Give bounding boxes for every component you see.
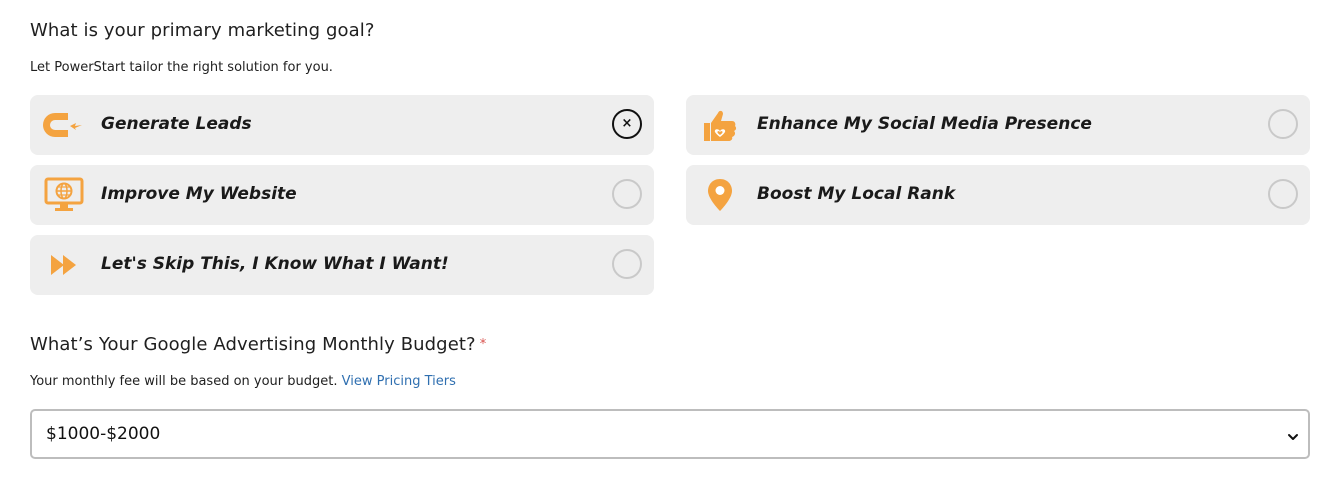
option-label: Improve My Website <box>101 184 297 204</box>
radio-button[interactable] <box>612 249 642 279</box>
thumbs-up-heart-icon <box>698 107 742 143</box>
budget-select[interactable]: $1000-$2000 <box>30 409 1310 459</box>
budget-question-subtitle: Your monthly fee will be based on your b… <box>30 374 456 389</box>
budget-subtitle-text: Your monthly fee will be based on your b… <box>30 374 338 389</box>
map-pin-icon <box>698 177 742 213</box>
chevron-down-icon <box>1287 428 1299 440</box>
radio-selected-close-icon[interactable]: × <box>612 109 642 139</box>
option-label: Boost My Local Rank <box>757 184 956 204</box>
option-social-media[interactable]: Enhance My Social Media Presence <box>686 95 1310 155</box>
required-asterisk: * <box>479 337 487 352</box>
option-label: Generate Leads <box>101 114 252 134</box>
form-page: What is your primary marketing goal? Let… <box>0 0 1343 493</box>
fast-forward-icon <box>42 247 86 283</box>
goal-question-title: What is your primary marketing goal? <box>30 20 375 41</box>
option-label: Let's Skip This, I Know What I Want! <box>101 254 449 274</box>
radio-button[interactable] <box>612 179 642 209</box>
budget-question-title: What’s Your Google Advertising Monthly B… <box>30 334 486 355</box>
option-improve-website[interactable]: Improve My Website <box>30 165 654 225</box>
magnet-icon <box>42 107 86 143</box>
option-skip[interactable]: Let's Skip This, I Know What I Want! <box>30 235 654 295</box>
budget-select-value: $1000-$2000 <box>46 424 161 444</box>
option-label: Enhance My Social Media Presence <box>757 114 1092 134</box>
radio-button[interactable] <box>1268 179 1298 209</box>
radio-button[interactable] <box>1268 109 1298 139</box>
option-local-rank[interactable]: Boost My Local Rank <box>686 165 1310 225</box>
view-pricing-tiers-link[interactable]: View Pricing Tiers <box>342 374 456 389</box>
budget-question-text: What’s Your Google Advertising Monthly B… <box>30 334 476 355</box>
monitor-globe-icon <box>42 177 86 213</box>
option-generate-leads[interactable]: Generate Leads × <box>30 95 654 155</box>
goal-question-subtitle: Let PowerStart tailor the right solution… <box>30 60 333 75</box>
